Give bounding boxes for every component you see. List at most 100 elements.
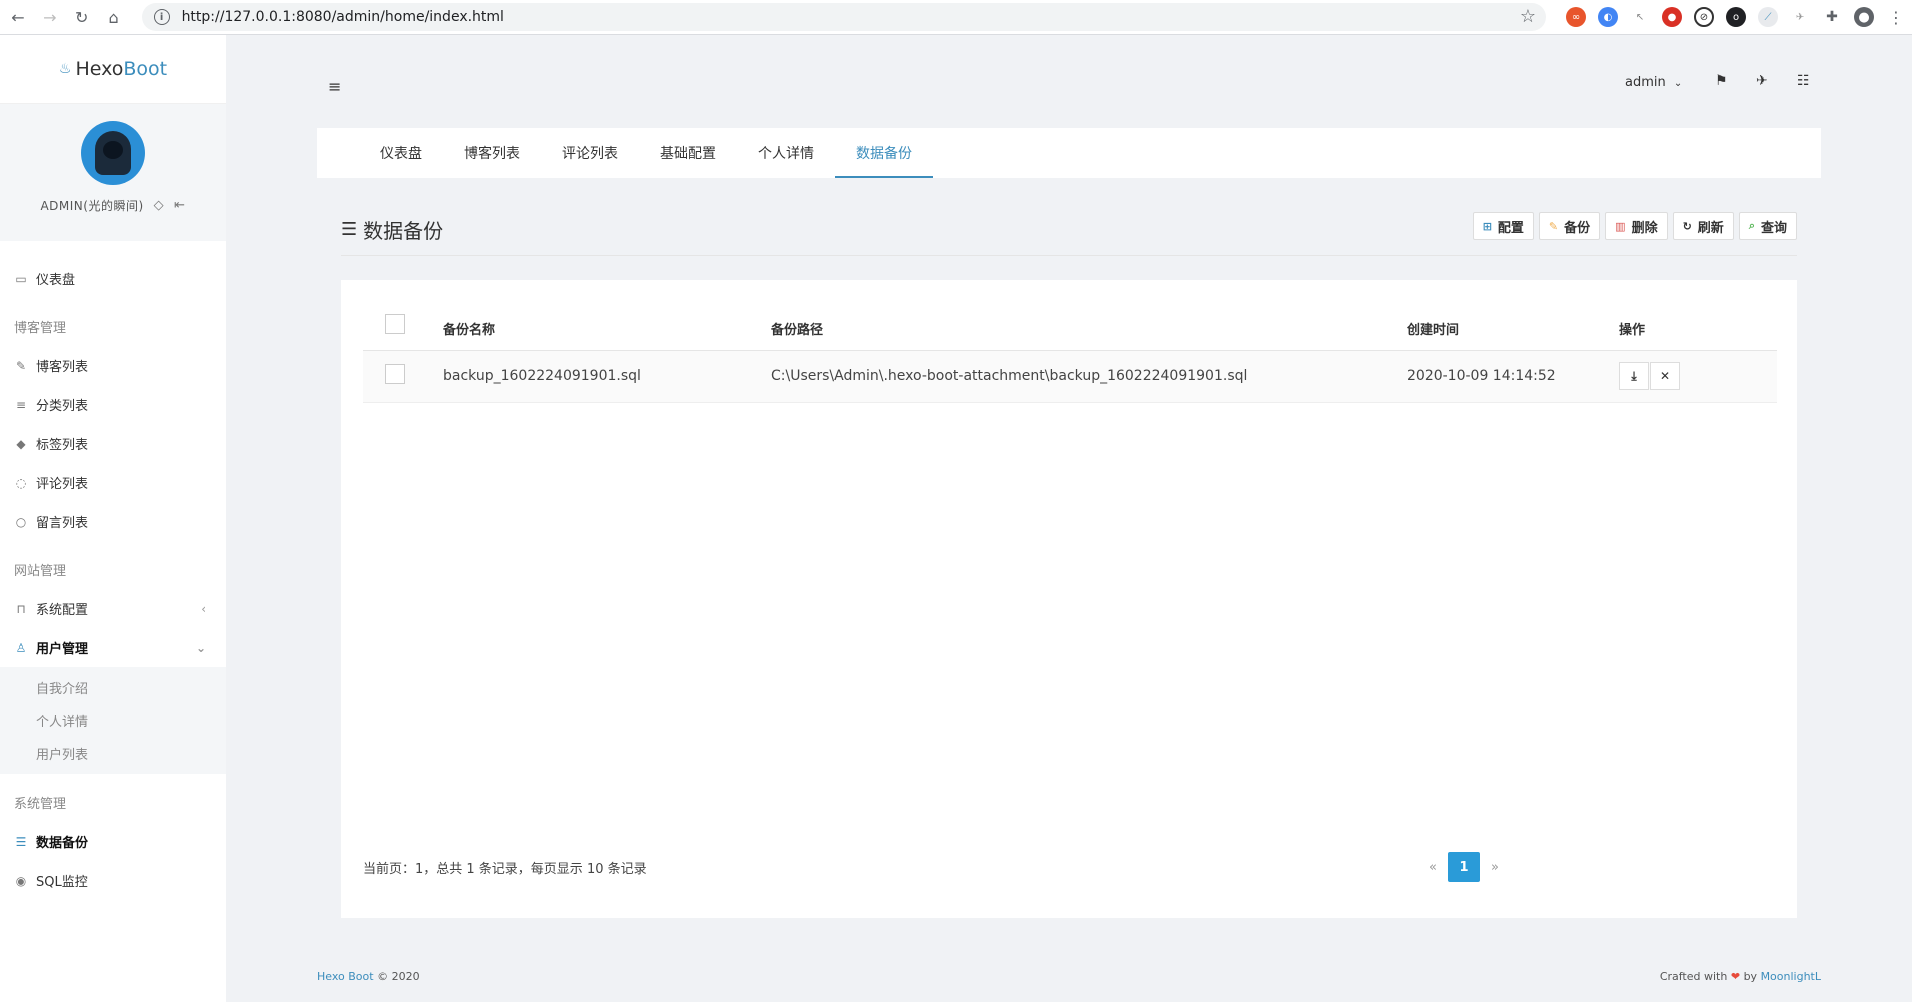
address-bar[interactable]: i http://127.0.0.1:8080/admin/home/index… bbox=[141, 3, 1546, 31]
logo-suffix: Boot bbox=[123, 58, 168, 80]
sidebar-item-message-list[interactable]: ○ 留言列表 bbox=[0, 502, 226, 541]
tab-dashboard[interactable]: 仪表盘 bbox=[359, 128, 443, 178]
menu-group-system: 系统管理 bbox=[14, 796, 67, 812]
tab-bar: 仪表盘 博客列表 评论列表 基础配置 个人详情 数据备份 bbox=[317, 128, 1821, 178]
heart-icon: ❤ bbox=[1730, 970, 1741, 983]
logout-icon[interactable]: ⇤ bbox=[174, 198, 185, 213]
edit-icon: ✎ bbox=[1548, 219, 1559, 233]
user-dropdown[interactable]: admin ⌄ bbox=[1625, 75, 1682, 90]
profile-icon[interactable]: ● bbox=[1854, 7, 1874, 27]
remove-button[interactable]: ✕ bbox=[1650, 361, 1680, 390]
sidebar-item-tag-list[interactable]: ◆ 标签列表 bbox=[0, 424, 226, 463]
sidebar-item-label: 分类列表 bbox=[36, 399, 89, 414]
sidebar-item-label: 标签列表 bbox=[36, 438, 89, 453]
user-dropdown-label: admin bbox=[1625, 75, 1666, 90]
sidebar-item-system-config[interactable]: ⊓ 系统配置 ‹ bbox=[0, 589, 226, 628]
sidebar-item-category-list[interactable]: ≡ 分类列表 bbox=[0, 385, 226, 424]
avatar bbox=[81, 121, 145, 185]
pagination-next[interactable]: » bbox=[1480, 860, 1510, 875]
back-icon[interactable]: ← bbox=[4, 3, 32, 31]
config-icon: ⊓ bbox=[16, 601, 26, 616]
sidebar-subitem-self-intro[interactable]: 自我介绍 bbox=[0, 671, 226, 704]
chevron-down-icon: ⌄ bbox=[1673, 78, 1683, 89]
refresh-button-label: 刷新 bbox=[1697, 220, 1724, 236]
puzzle-icon[interactable]: ✚ bbox=[1822, 7, 1842, 27]
footer-author-link[interactable]: MoonlightL bbox=[1761, 970, 1821, 983]
backup-button[interactable]: ✎ 备份 bbox=[1538, 212, 1601, 240]
profile-username: ADMIN(光的瞬间) bbox=[40, 199, 144, 213]
tab-comment-list[interactable]: 评论列表 bbox=[541, 128, 639, 178]
action-buttons: ⊞ 配置 ✎ 备份 ▥ 删除 ↻ 刷新 ⌕ 查询 bbox=[1468, 212, 1797, 240]
flag-icon[interactable]: ⚑ bbox=[1715, 73, 1728, 89]
refresh-button[interactable]: ↻ 刷新 bbox=[1672, 212, 1734, 240]
tab-basic-config[interactable]: 基础配置 bbox=[639, 128, 737, 178]
sidebar-item-label: 博客列表 bbox=[36, 360, 89, 375]
search-button[interactable]: ⌕ 查询 bbox=[1738, 212, 1797, 240]
tab-personal-details[interactable]: 个人详情 bbox=[737, 128, 835, 178]
plus-square-icon: ⊞ bbox=[1482, 219, 1492, 233]
pagination: « 1 » bbox=[1418, 852, 1510, 882]
download-button[interactable]: ⤓ bbox=[1619, 362, 1649, 391]
tab-data-backup[interactable]: 数据备份 bbox=[835, 128, 933, 178]
sidebar-subitem-user-list[interactable]: 用户列表 bbox=[0, 737, 226, 770]
extension-icon[interactable]: o bbox=[1726, 7, 1746, 27]
table-row: backup_1602224091901.sql C:\Users\Admin\… bbox=[363, 350, 1777, 403]
tab-blog-list[interactable]: 博客列表 bbox=[443, 128, 541, 178]
sidebar-item-label: 数据备份 bbox=[36, 836, 89, 851]
sidebar-item-data-backup[interactable]: ☰ 数据备份 bbox=[0, 822, 226, 861]
sidebar-item-blog-list[interactable]: ✎ 博客列表 bbox=[0, 346, 226, 385]
extension-icon[interactable]: ✈ bbox=[1790, 7, 1810, 27]
extension-icon[interactable]: ⊘ bbox=[1694, 7, 1714, 27]
database-icon: ☰ bbox=[341, 219, 358, 240]
home-icon[interactable]: ⌂ bbox=[100, 3, 128, 31]
extension-icon[interactable]: ↖ bbox=[1630, 7, 1650, 27]
forward-icon[interactable]: → bbox=[36, 3, 64, 31]
extension-icon[interactable]: ∞ bbox=[1566, 7, 1586, 27]
footer-brand-link[interactable]: Hexo Boot bbox=[317, 970, 374, 983]
delete-button[interactable]: ▥ 删除 bbox=[1605, 212, 1668, 240]
pagination-page-current[interactable]: 1 bbox=[1448, 852, 1480, 882]
tasks-icon[interactable]: ☷ bbox=[1797, 73, 1810, 89]
extension-icon[interactable]: ⟋ bbox=[1758, 7, 1778, 27]
footer-copyright-text: © 2020 bbox=[377, 970, 420, 983]
sidebar-menu: ▭ 仪表盘 博客管理 ✎ 博客列表 ≡ 分类列表 ◆ 标签列表 ◌ 评论列表 ○… bbox=[0, 241, 226, 900]
search-icon: ⌕ bbox=[1748, 219, 1755, 232]
delete-button-label: 删除 bbox=[1631, 220, 1658, 236]
plane-icon[interactable]: ✈ bbox=[1756, 73, 1768, 89]
sidebar-item-user-management[interactable]: ♙ 用户管理 ⌄ bbox=[0, 628, 226, 667]
bookmark-star-icon[interactable]: ☆ bbox=[1520, 6, 1536, 27]
logo[interactable]: ♨ Hexo Boot bbox=[0, 35, 226, 104]
sidebar-item-comment-list[interactable]: ◌ 评论列表 bbox=[0, 463, 226, 502]
menu-dots-icon[interactable]: ⋮ bbox=[1886, 7, 1906, 27]
sidebar-item-sql-monitor[interactable]: ◉ SQL监控 bbox=[0, 861, 226, 900]
column-header-path[interactable]: 备份路径 bbox=[771, 302, 1407, 351]
select-all-checkbox[interactable] bbox=[385, 313, 405, 334]
sidebar-item-label: 用户管理 bbox=[36, 642, 89, 657]
main-content: ≡ admin ⌄ ⚑ ✈ ☷ 仪表盘 博客列表 评论列表 基础配置 个人详情 … bbox=[226, 35, 1912, 1002]
edit-icon: ✎ bbox=[15, 358, 27, 373]
cell-created-time: 2020-10-09 14:14:52 bbox=[1407, 350, 1619, 403]
column-header-time[interactable]: 创建时间 bbox=[1407, 302, 1619, 351]
hamburger-icon[interactable]: ≡ bbox=[328, 77, 341, 96]
theme-drop-icon[interactable]: ◇ bbox=[154, 198, 165, 213]
sidebar-subitem-personal-details[interactable]: 个人详情 bbox=[0, 704, 226, 737]
sidebar-item-dashboard[interactable]: ▭ 仪表盘 bbox=[0, 259, 226, 298]
download-icon: ⤓ bbox=[1631, 368, 1637, 383]
row-checkbox[interactable] bbox=[385, 364, 405, 384]
config-button[interactable]: ⊞ 配置 bbox=[1472, 212, 1534, 240]
site-info-icon[interactable]: i bbox=[153, 9, 170, 25]
browser-toolbar: ← → ↻ ⌂ i http://127.0.0.1:8080/admin/ho… bbox=[0, 0, 1912, 35]
footer-copyright: Hexo Boot © 2020 bbox=[317, 970, 420, 983]
sidebar-item-label: SQL监控 bbox=[36, 875, 88, 890]
comments-icon: ◌ bbox=[15, 475, 27, 490]
table-header-row: 备份名称 备份路径 创建时间 操作 bbox=[363, 302, 1777, 351]
extension-icon[interactable]: ● bbox=[1662, 7, 1682, 27]
reload-icon[interactable]: ↻ bbox=[68, 3, 96, 31]
menu-group-site: 网站管理 bbox=[14, 563, 67, 579]
extension-icon[interactable]: ◐ bbox=[1598, 7, 1618, 27]
page-title-text: 数据备份 bbox=[363, 219, 444, 243]
column-header-name[interactable]: 备份名称 bbox=[443, 302, 771, 351]
pagination-prev[interactable]: « bbox=[1418, 860, 1448, 875]
sidebar-item-label: 系统配置 bbox=[36, 603, 89, 618]
cell-backup-path: C:\Users\Admin\.hexo-boot-attachment\bac… bbox=[771, 350, 1407, 403]
